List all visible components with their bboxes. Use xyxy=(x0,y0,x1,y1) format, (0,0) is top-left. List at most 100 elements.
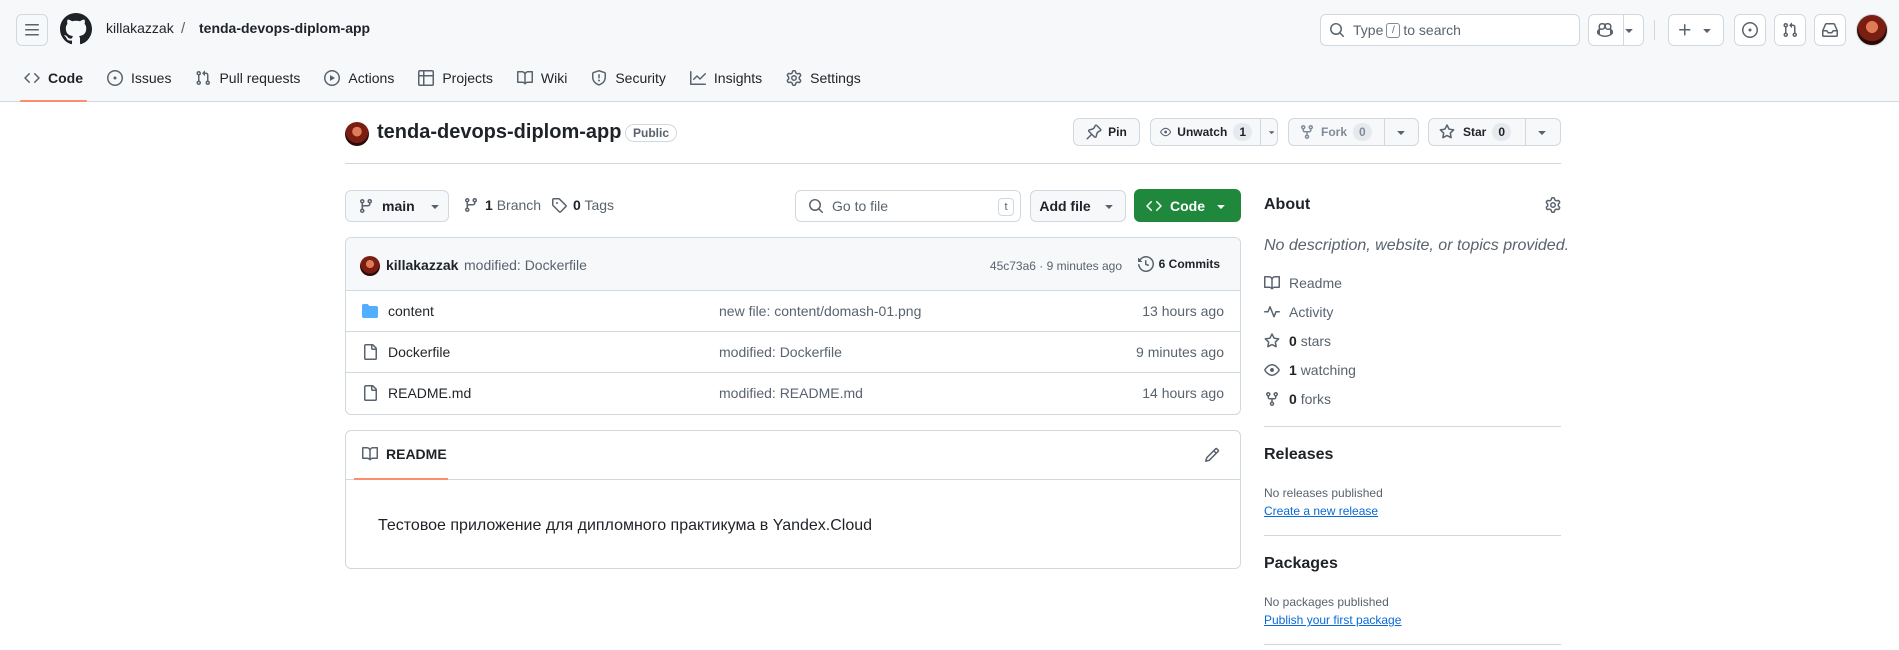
readme-link-label: Readme xyxy=(1289,275,1342,291)
go-to-file-input[interactable]: Go to file t xyxy=(795,190,1021,222)
breadcrumb-repo[interactable]: tenda-devops-diplom-app xyxy=(199,20,370,36)
code-button-label: Code xyxy=(1170,197,1205,214)
chevron-down-icon xyxy=(1217,204,1225,209)
copilot-button[interactable] xyxy=(1588,14,1644,46)
file-commit-message[interactable]: modified: README.md xyxy=(719,385,863,401)
branches-link[interactable]: 1 Branch xyxy=(463,197,541,213)
file-commit-message[interactable]: modified: Dockerfile xyxy=(719,344,842,360)
avatar[interactable] xyxy=(360,256,380,276)
tag-label: Tags xyxy=(584,197,615,213)
owner-avatar[interactable] xyxy=(345,122,369,146)
search-icon xyxy=(1330,23,1345,38)
branch-selector[interactable]: main xyxy=(345,190,449,222)
tab-label: Projects xyxy=(442,70,493,86)
add-file-button[interactable]: Add file xyxy=(1030,190,1126,222)
tab-insights[interactable]: Insights xyxy=(682,62,770,94)
releases-heading[interactable]: Releases xyxy=(1264,446,1333,464)
table-row[interactable]: content new file: content/domash-01.png … xyxy=(346,291,1240,332)
file-name[interactable]: Dockerfile xyxy=(388,344,450,360)
play-icon xyxy=(324,70,341,86)
branch-count: 1 xyxy=(485,197,493,213)
visibility-badge: Public xyxy=(625,124,678,142)
tab-pull-requests[interactable]: Pull requests xyxy=(187,62,308,94)
tab-actions[interactable]: Actions xyxy=(316,62,402,94)
tab-label: Issues xyxy=(131,70,172,86)
table-row[interactable]: README.md modified: README.md 14 hours a… xyxy=(346,373,1240,414)
unwatch-button[interactable]: Unwatch 1 xyxy=(1150,118,1278,146)
commit-sha-time[interactable]: 45c73a6 · 9 minutes ago xyxy=(990,259,1122,273)
activity-link[interactable]: Activity xyxy=(1264,304,1333,320)
file-age: 13 hours ago xyxy=(1142,303,1224,319)
github-logo-icon[interactable] xyxy=(60,13,92,45)
readme-link[interactable]: Readme xyxy=(1264,275,1342,291)
create-release-link[interactable]: Create a new release xyxy=(1264,504,1378,518)
file-name[interactable]: README.md xyxy=(388,385,471,401)
packages-heading[interactable]: Packages xyxy=(1264,555,1338,573)
fork-button[interactable]: Fork 0 xyxy=(1288,118,1419,146)
tab-code[interactable]: Code xyxy=(16,62,91,102)
stars-link[interactable]: 0 stars xyxy=(1264,333,1331,349)
tab-label: Settings xyxy=(810,70,861,86)
code-clone-button[interactable]: Code xyxy=(1134,189,1241,222)
stars-label: stars xyxy=(1300,333,1332,349)
star-button[interactable]: Star 0 xyxy=(1428,118,1561,146)
tags-link[interactable]: 0 Tags xyxy=(551,197,614,213)
copilot-icon xyxy=(1597,22,1613,38)
table-icon xyxy=(418,70,435,86)
tab-label: Insights xyxy=(713,70,763,86)
chevron-down-icon[interactable] xyxy=(1266,124,1277,140)
file-age: 9 minutes ago xyxy=(1136,344,1224,360)
tab-projects[interactable]: Projects xyxy=(410,62,501,94)
pin-label: Pin xyxy=(1108,125,1127,139)
book-icon xyxy=(362,446,378,461)
commit-author[interactable]: killakazzak xyxy=(386,257,458,273)
tab-security[interactable]: Security xyxy=(583,62,674,94)
table-row[interactable]: Dockerfile modified: Dockerfile 9 minute… xyxy=(346,332,1240,373)
tab-issues[interactable]: Issues xyxy=(99,62,179,94)
pencil-icon[interactable] xyxy=(1204,447,1220,463)
your-pull-requests-button[interactable] xyxy=(1774,14,1806,46)
search-input[interactable]: Type / to search xyxy=(1320,14,1580,46)
fork-label: Fork xyxy=(1321,125,1348,139)
gear-icon[interactable] xyxy=(1545,197,1561,213)
add-file-label: Add file xyxy=(1039,198,1091,214)
stars-count: 0 xyxy=(1289,333,1297,349)
readme-tab[interactable]: README xyxy=(362,446,447,462)
breadcrumb-owner[interactable]: killakazzak xyxy=(106,20,174,36)
commits-link[interactable]: 6 Commits xyxy=(1137,256,1220,272)
tab-settings[interactable]: Settings xyxy=(778,62,869,94)
git-branch-icon xyxy=(464,198,477,213)
publish-package-link[interactable]: Publish your first package xyxy=(1264,613,1401,627)
search-icon xyxy=(809,199,824,214)
graph-icon xyxy=(689,71,706,85)
watching-link[interactable]: 1 watching xyxy=(1264,362,1356,378)
tab-wiki[interactable]: Wiki xyxy=(509,62,575,94)
watch-count: 1 xyxy=(1233,123,1252,141)
chevron-down-icon xyxy=(1703,29,1711,33)
star-label: Star xyxy=(1463,125,1487,139)
git-branch-icon xyxy=(359,199,372,214)
readme-content: Тестовое приложение для дипломного практ… xyxy=(378,517,873,534)
create-new-button[interactable] xyxy=(1668,14,1724,46)
plus-icon xyxy=(1679,24,1691,36)
search-prefix: Type xyxy=(1353,22,1384,38)
no-releases-text: No releases published xyxy=(1264,486,1383,500)
file-name[interactable]: content xyxy=(388,303,434,319)
commit-message[interactable]: modified: Dockerfile xyxy=(464,257,587,273)
inbox-icon xyxy=(1822,23,1838,37)
hamburger-icon xyxy=(25,24,39,36)
inbox-button[interactable] xyxy=(1814,14,1846,46)
readme-panel: README Тестовое приложение для дипломног… xyxy=(345,430,1241,569)
user-avatar[interactable] xyxy=(1856,14,1888,46)
chevron-down-icon[interactable] xyxy=(1393,124,1409,140)
file-list: killakazzak modified: Dockerfile 45c73a6… xyxy=(345,237,1241,415)
repo-title[interactable]: tenda-devops-diplom-app xyxy=(377,121,621,144)
your-issues-button[interactable] xyxy=(1734,14,1766,46)
menu-button[interactable] xyxy=(16,14,48,46)
eye-icon xyxy=(1264,364,1280,376)
file-commit-message[interactable]: new file: content/domash-01.png xyxy=(719,303,921,319)
file-icon xyxy=(364,385,377,401)
forks-link[interactable]: 0 forks xyxy=(1264,391,1331,407)
chevron-down-icon[interactable] xyxy=(1534,124,1550,140)
pin-button[interactable]: Pin xyxy=(1073,118,1140,146)
